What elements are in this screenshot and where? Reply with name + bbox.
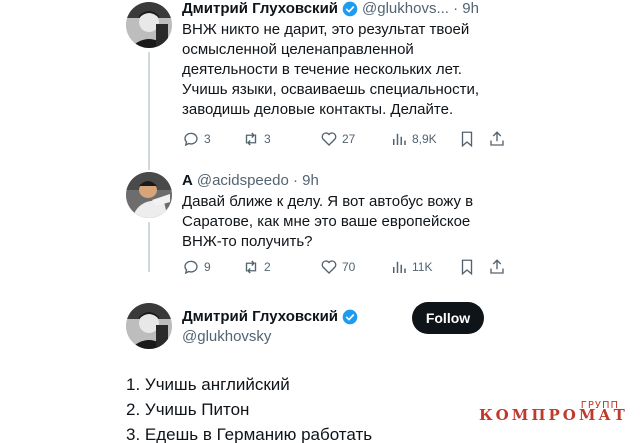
watermark: ГРУПП КОМПРОМАТ (479, 400, 629, 440)
tweet-text-line: 2. Учишь Питон (126, 400, 250, 419)
right-margin (524, 0, 640, 443)
tweet-text-line: 3. Едешь в Германию работать (126, 425, 373, 443)
main-tweet: Дмитрий Глуховский @glukhovsky Follow 1.… (122, 0, 524, 443)
tweet-thread: Дмитрий Глуховский @glukhovs... · 9h ВНЖ… (122, 0, 524, 443)
avatar[interactable] (126, 303, 172, 349)
tweet-header: Дмитрий Глуховский (182, 308, 362, 325)
tweet-text-line: 1. Учишь английский (126, 375, 290, 394)
author-handle[interactable]: @glukhovsky (182, 328, 271, 345)
follow-button[interactable]: Follow (412, 302, 484, 334)
tweet-header-handle: @glukhovsky (182, 328, 271, 345)
left-margin (0, 0, 122, 443)
avatar-photo-icon (126, 303, 172, 349)
verified-badge-icon (342, 309, 358, 324)
tweet-text: 1. Учишь английский 2. Учишь Питон 3. Ед… (126, 372, 516, 443)
author-name[interactable]: Дмитрий Глуховский (182, 308, 338, 325)
watermark-main-text: КОМПРОМАТ (479, 406, 628, 424)
